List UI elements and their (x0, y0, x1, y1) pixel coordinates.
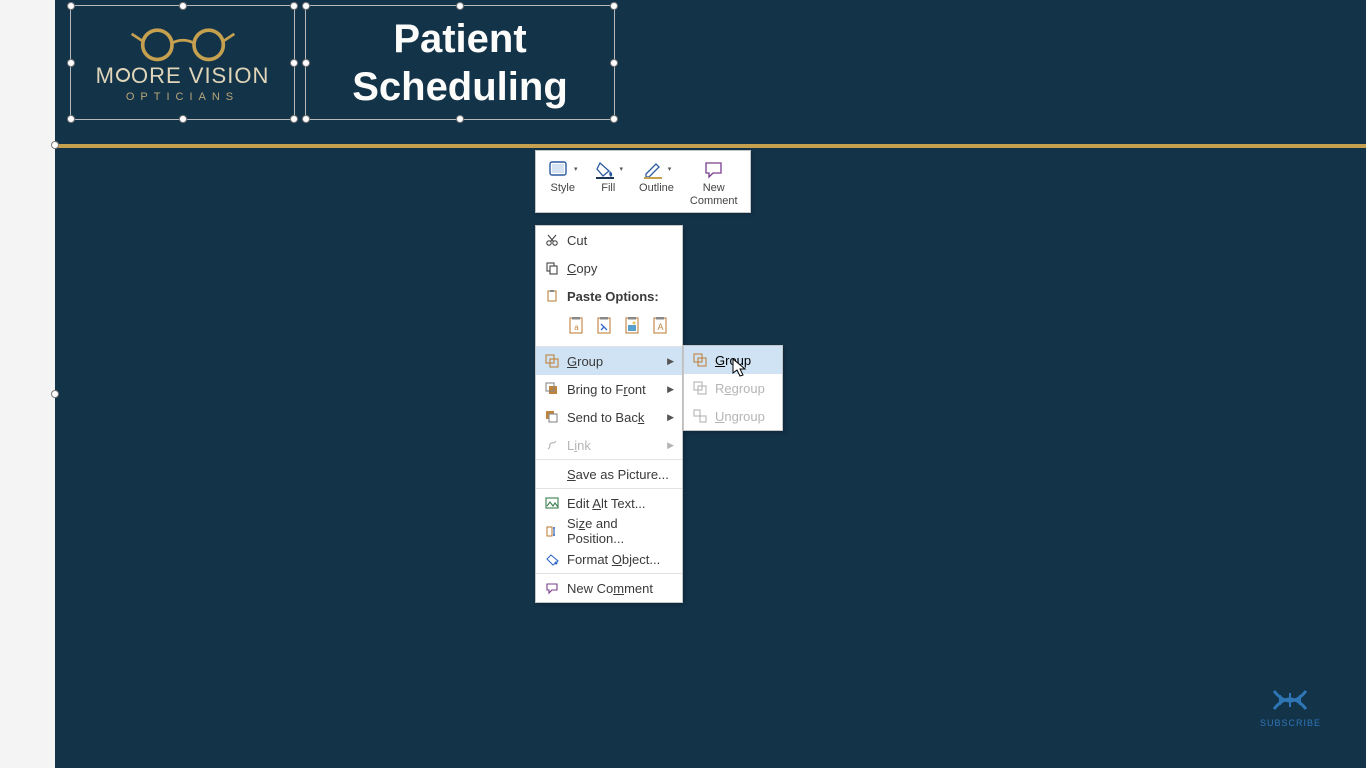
submenu-group[interactable]: Group (684, 346, 782, 374)
menu-new-comment[interactable]: New Comment (536, 574, 682, 602)
menu-paste-options-label: Paste Options: (536, 282, 682, 310)
dna-icon (1268, 685, 1312, 715)
subscribe-badge[interactable]: SUBSCRIBE (1260, 685, 1321, 728)
menu-send-to-back[interactable]: Send to Back ▶ (536, 403, 682, 431)
shape-style-icon (548, 159, 572, 179)
title-text: Patient Scheduling (352, 15, 568, 111)
copy-icon (542, 261, 562, 275)
mini-outline-label: Outline (639, 182, 674, 194)
paste-icon (542, 289, 562, 303)
size-position-icon (542, 524, 562, 538)
context-menu: Cut Copy Paste Options: a A Group ▶ Brin… (535, 225, 683, 603)
ungroup-icon (690, 409, 710, 423)
menu-copy[interactable]: Copy (536, 254, 682, 282)
mini-style-label: Style (551, 182, 575, 194)
link-icon (542, 438, 562, 452)
submenu-ungroup: Ungroup (684, 402, 782, 430)
logo-text-line2: OPTICIANS (126, 91, 239, 103)
svg-text:a: a (574, 323, 579, 332)
paste-as-picture[interactable] (622, 314, 644, 338)
gold-divider (55, 144, 1366, 148)
menu-group[interactable]: Group ▶ (536, 347, 682, 375)
fill-bucket-icon (594, 159, 618, 179)
svg-text:A: A (657, 322, 663, 332)
mini-fill-button[interactable]: ▾ Fill (586, 153, 632, 210)
mini-fill-label: Fill (601, 182, 615, 194)
menu-format-object[interactable]: Format Object... (536, 545, 682, 573)
paste-keep-source-formatting[interactable] (594, 314, 616, 338)
mini-new-comment-button[interactable]: New Comment (682, 153, 746, 210)
paste-text-only[interactable]: A (650, 314, 672, 338)
title-text-box[interactable]: Patient Scheduling (305, 5, 615, 120)
mini-new-comment-label: New Comment (690, 182, 738, 207)
outline-pen-icon (642, 159, 666, 179)
subscribe-label: SUBSCRIBE (1260, 718, 1321, 728)
group-icon (542, 354, 562, 368)
alt-text-icon (542, 496, 562, 510)
paste-use-destination-theme[interactable]: a (566, 314, 588, 338)
mini-style-button[interactable]: ▾ Style (540, 153, 586, 210)
menu-cut[interactable]: Cut (536, 226, 682, 254)
format-object-icon (542, 552, 562, 566)
menu-edit-alt-text[interactable]: Edit Alt Text... (536, 489, 682, 517)
bring-front-icon (542, 382, 562, 396)
menu-size-and-position[interactable]: Size and Position... (536, 517, 682, 545)
menu-save-as-picture[interactable]: Save as Picture... (536, 460, 682, 488)
comment-icon (703, 159, 725, 179)
menu-bring-to-front[interactable]: Bring to Front ▶ (536, 375, 682, 403)
logo-image-box[interactable]: MORE VISION OPTICIANS (70, 5, 295, 120)
menu-link: Link ▶ (536, 431, 682, 459)
mini-outline-button[interactable]: ▾ Outline (631, 153, 682, 210)
submenu-regroup: Regroup (684, 374, 782, 402)
left-gutter (0, 0, 55, 768)
glasses-icon (128, 23, 238, 63)
scissors-icon (542, 233, 562, 247)
group-icon (690, 353, 710, 367)
send-back-icon (542, 410, 562, 424)
group-submenu: Group Regroup Ungroup (683, 345, 783, 431)
regroup-icon (690, 381, 710, 395)
mini-toolbar: ▾ Style ▾ Fill ▾ Outline (535, 150, 751, 213)
paste-options-row: a A (536, 310, 682, 346)
comment-icon (542, 581, 562, 595)
logo-text-line1: MORE VISION (96, 63, 270, 89)
